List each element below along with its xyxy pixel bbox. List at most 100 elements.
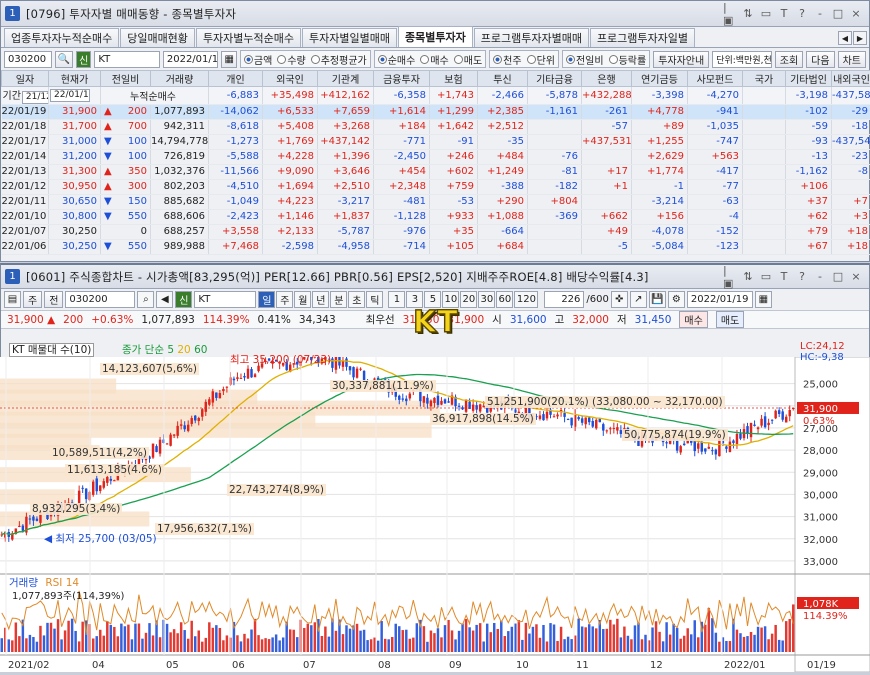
table-row[interactable]: 22/01/1331,300▲3501,032,376-11,566+9,090… [2, 164, 870, 179]
all-button[interactable]: 전 [44, 291, 63, 308]
font-icon[interactable]: T [777, 7, 791, 21]
tab-next-icon[interactable]: ▶ [853, 31, 867, 45]
date-input[interactable]: 2022/01/1 [163, 51, 219, 68]
radio-thousand[interactable]: 천주 [493, 52, 521, 67]
legend-ma60[interactable]: 60 [194, 344, 207, 356]
link-icon[interactable]: |▣ [723, 7, 737, 21]
close-icon[interactable]: × [849, 270, 863, 284]
radio-prev-diff[interactable]: 전일비 [566, 52, 604, 67]
help-icon[interactable]: ? [795, 7, 809, 21]
column-header[interactable]: 기타금융 [528, 71, 582, 87]
interval-button[interactable]: 120 [514, 291, 538, 308]
draw-icon[interactable]: ↗ [630, 291, 647, 308]
radio-quantity[interactable]: 수량 [277, 52, 305, 67]
radio-single[interactable]: 단위 [527, 52, 555, 67]
table-row[interactable]: 22/01/0730,2500688,257+3,558+2,133-5,787… [2, 224, 870, 239]
buy-button[interactable]: 매수 [679, 311, 707, 328]
next-button[interactable]: 다음 [806, 51, 834, 68]
period-button[interactable]: 주 [276, 291, 293, 308]
investor-titlebar[interactable]: 1 [0796] 투자자별 매매동향 - 종목별투자자 |▣ ⇅ ▭ T ? -… [1, 1, 869, 27]
tab-sector-cum[interactable]: 업종투자자누적순매수 [4, 28, 119, 47]
table-row[interactable]: 22/01/1931,900▲2001,077,893-14,062+6,533… [2, 104, 870, 119]
period-button[interactable]: 틱 [366, 291, 383, 308]
close-icon[interactable]: × [849, 7, 863, 21]
sell-button[interactable]: 매도 [716, 311, 744, 328]
sort-icon[interactable]: ⇅ [741, 270, 755, 284]
maximize-icon[interactable]: □ [831, 270, 845, 284]
interval-button[interactable]: 1 [388, 291, 405, 308]
column-header[interactable]: 내외국인 [832, 71, 870, 87]
price-chart-svg[interactable]: 33,00032,00031,00030,00029,00028,00027,0… [0, 357, 870, 672]
frame-icon[interactable]: ▭ [759, 270, 773, 284]
gear-icon[interactable]: ⚙ [668, 291, 685, 308]
tab-daily-status[interactable]: 당일매매현황 [120, 28, 195, 47]
legend-ma5[interactable]: 종가 단순 5 [122, 344, 174, 356]
period-button[interactable]: 분 [330, 291, 347, 308]
query-button[interactable]: 조회 [775, 51, 803, 68]
radio-avg-price[interactable]: 추정평균가 [311, 52, 367, 67]
radio-amount[interactable]: 금액 [244, 52, 272, 67]
column-header[interactable]: 기관계 [318, 71, 374, 87]
maximize-icon[interactable]: □ [831, 7, 845, 21]
list-icon[interactable]: ▤ [4, 291, 21, 308]
search-icon[interactable]: ⌕ [137, 291, 154, 308]
period-button[interactable]: 년 [312, 291, 329, 308]
stock-name-field[interactable]: KT [94, 51, 160, 68]
table-row[interactable]: 22/01/1230,950▲300802,203-4,510+1,694+2,… [2, 179, 870, 194]
calendar-icon[interactable]: ▦ [755, 291, 772, 308]
legend-volume-profile[interactable]: KT 매물대 수(10) [9, 343, 94, 357]
interval-button[interactable]: 60 [496, 291, 513, 308]
link-icon[interactable]: |▣ [723, 270, 737, 284]
table-row[interactable]: 22/01/1731,000▼10014,794,778-1,273+1,769… [2, 134, 870, 149]
column-header[interactable]: 보험 [430, 71, 478, 87]
save-icon[interactable]: 💾 [649, 291, 666, 308]
tab-prev-icon[interactable]: ◀ [838, 31, 852, 45]
minimize-icon[interactable]: - [813, 270, 827, 284]
table-row[interactable]: 22/01/1831,700▲700942,311-8,618+5,408+3,… [2, 119, 870, 134]
column-header[interactable]: 투신 [478, 71, 528, 87]
column-header[interactable]: 은행 [582, 71, 632, 87]
calendar-icon[interactable]: ▦ [221, 51, 236, 68]
period-button[interactable]: 초 [348, 291, 365, 308]
speaker-icon[interactable]: ◀ [156, 291, 173, 308]
help-icon[interactable]: ? [795, 270, 809, 284]
crosshair-icon[interactable]: ✜ [611, 291, 628, 308]
table-row[interactable]: 22/01/1130,650▼150885,682-1,049+4,223-3,… [2, 194, 870, 209]
column-header[interactable]: 연기금등 [632, 71, 688, 87]
column-header[interactable]: 기타법인 [786, 71, 832, 87]
period-to-cell[interactable]: 22/01/1 [49, 87, 101, 105]
chart-button[interactable]: 차트 [838, 51, 866, 68]
radio-change-rate[interactable]: 등락률 [609, 52, 647, 67]
chart-titlebar[interactable]: 1 [0601] 주식종합차트 - 시가총액[83,295(억)] PER[12… [1, 265, 869, 289]
chart-date-input[interactable]: 2022/01/19 [687, 291, 753, 308]
column-header[interactable]: 전일비 [101, 71, 151, 87]
tab-program-daily[interactable]: 프로그램투자자일별 [590, 28, 695, 47]
column-header[interactable]: 현재가 [49, 71, 101, 87]
period-button[interactable]: 월 [294, 291, 311, 308]
interval-button[interactable]: 20 [460, 291, 477, 308]
stock-code-input[interactable]: 030200 [4, 51, 52, 68]
table-row[interactable]: 22/01/0630,250▼550989,988+7,468-2,598-4,… [2, 239, 870, 254]
column-header[interactable]: 사모펀드 [688, 71, 743, 87]
tab-investor-cum[interactable]: 투자자별누적순매수 [196, 28, 301, 47]
column-header[interactable]: 일자 [2, 71, 49, 87]
radio-sell[interactable]: 매도 [454, 52, 482, 67]
tab-program-investor[interactable]: 프로그램투자자별매매 [474, 28, 589, 47]
column-header[interactable]: 국가 [743, 71, 786, 87]
sort-icon[interactable]: ⇅ [741, 7, 755, 21]
column-header[interactable]: 외국인 [263, 71, 318, 87]
candle-count-input[interactable]: 226 [544, 291, 584, 308]
stock-type-button[interactable]: 주 [23, 291, 42, 308]
legend-ma20[interactable]: 20 [177, 344, 190, 356]
column-header[interactable]: 개인 [209, 71, 263, 87]
radio-buy[interactable]: 매수 [420, 52, 448, 67]
table-row[interactable]: 22/01/1030,800▼550688,606-2,423+1,146+1,… [2, 209, 870, 224]
frame-icon[interactable]: ▭ [759, 7, 773, 21]
tab-stock-investor[interactable]: 종목별투자자 [398, 26, 473, 47]
investor-guide-button[interactable]: 투자자안내 [653, 51, 709, 68]
radio-net-buy[interactable]: 순매수 [378, 52, 416, 67]
chart-stock-name[interactable]: KT [194, 291, 256, 308]
font-icon[interactable]: T [777, 270, 791, 284]
chart-code-input[interactable]: 030200 [65, 291, 135, 308]
search-icon[interactable]: 🔍 [55, 51, 73, 68]
